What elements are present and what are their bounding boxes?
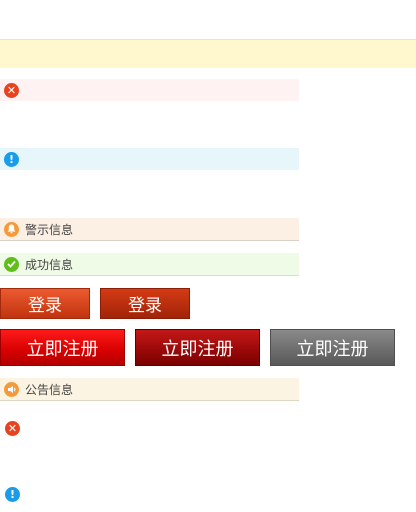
error-icon: ✕ [4,82,19,98]
login-button[interactable]: 登录 [0,288,90,319]
success-message-bar: 成功信息 [0,253,299,276]
notice-message-text: 公告信息 [25,382,74,397]
register-button-red[interactable]: 立即注册 [0,329,125,366]
highlight-bar [0,39,416,68]
top-divider [0,0,416,4]
warning-message-text: 警示信息 [25,222,74,237]
login-button-secondary[interactable]: 登录 [100,288,190,319]
warning-message-bar: 警示信息 [0,218,299,241]
bell-icon [4,221,19,237]
notice-message-bar: 公告信息 [0,378,299,401]
register-button-dark[interactable]: 立即注册 [135,329,260,366]
error-icon: ✕ [5,421,20,436]
register-button-gray[interactable]: 立即注册 [270,329,395,366]
info-icon: ! [5,487,20,502]
check-icon [4,256,19,272]
info-message-bar: ! [0,148,299,170]
info-icon: ! [4,151,19,167]
megaphone-icon [4,381,19,397]
success-message-text: 成功信息 [25,257,74,272]
error-message-bar: ✕ [0,79,299,101]
